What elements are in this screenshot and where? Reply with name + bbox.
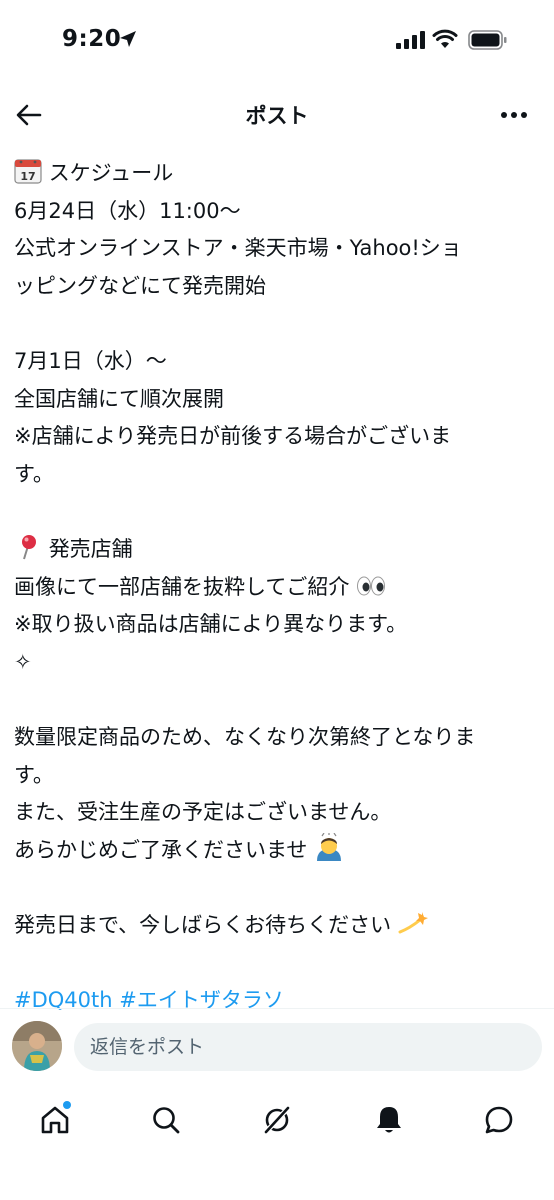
reply-bar: 返信をポスト xyxy=(0,1009,554,1084)
tab-messages[interactable] xyxy=(477,1098,521,1142)
post-line: す。 xyxy=(14,461,54,486)
grok-icon xyxy=(263,1105,291,1135)
reply-input[interactable]: 返信をポスト xyxy=(74,1023,542,1071)
bell-icon xyxy=(377,1107,401,1133)
post-line: ✧ xyxy=(14,649,32,674)
dizzy-icon xyxy=(398,911,428,934)
post-line: 17 スケジュール xyxy=(14,155,544,193)
post-line: 数量限定商品のため、なくなり次第終了となりま xyxy=(14,724,476,749)
post-line: す。 xyxy=(14,762,54,787)
tab-search[interactable] xyxy=(144,1098,188,1142)
post-line: 7月1日（水）〜 xyxy=(14,348,167,373)
page-title: ポスト xyxy=(245,104,309,128)
tab-bar xyxy=(0,1090,554,1150)
post-line: 公式オンラインストア・楽天市場・Yahoo!ショ xyxy=(14,236,462,261)
battery-icon xyxy=(468,30,507,50)
post-line: 6月24日（水）11:00〜 xyxy=(14,198,241,223)
calendar-icon: 17 xyxy=(14,159,42,184)
post-line-text: 発売日まで、今しばらくお待ちください xyxy=(14,912,392,937)
post-line-text: あらかじめご了承くださいませ xyxy=(14,837,308,862)
svg-text:17: 17 xyxy=(20,170,35,183)
more-dots-icon xyxy=(501,112,527,118)
avatar[interactable] xyxy=(12,1021,62,1071)
post-text: 17 スケジュール 6月24日（水）11:00〜 公式オンラインストア・楽天市場… xyxy=(14,155,544,1020)
status-time: 9:20 xyxy=(62,26,122,52)
post-line: ※取り扱い商品は店舗により異なります。 xyxy=(14,612,408,637)
eyes-icon xyxy=(357,576,386,596)
avatar-image xyxy=(12,1021,62,1071)
post-line: 発売店舗 xyxy=(14,531,544,569)
wifi-icon xyxy=(432,29,458,48)
search-icon xyxy=(153,1107,180,1134)
notification-dot xyxy=(63,1101,71,1109)
post-line: ッピングなどにて発売開始 xyxy=(14,273,266,298)
tab-grok[interactable] xyxy=(255,1098,299,1142)
cellular-signal-icon xyxy=(396,31,425,49)
post-line: ※店舗により発売日が前後する場合がございま xyxy=(14,424,452,449)
post-line: また、受注生産の予定はございません。 xyxy=(14,800,392,825)
bowing-person-icon xyxy=(317,832,342,861)
post-line: 発売日まで、今しばらくお待ちください xyxy=(14,907,544,945)
more-options-button[interactable] xyxy=(494,100,534,130)
post-line-text: スケジュール xyxy=(48,161,174,185)
status-bar: 9:20 xyxy=(0,0,554,80)
tab-notifications[interactable] xyxy=(367,1098,411,1142)
post-line-text: 発売店舗 xyxy=(48,536,133,561)
chat-bubble-icon xyxy=(485,1106,513,1134)
post-line: 全国店舗にて順次展開 xyxy=(14,386,224,411)
location-arrow-icon xyxy=(120,31,136,47)
round-pushpin-icon xyxy=(22,534,36,560)
post-line: あらかじめご了承くださいませ xyxy=(14,832,544,870)
post-line: 画像にて一部店舗を抜粋してご紹介 xyxy=(14,569,544,607)
post-line-text: 画像にて一部店舗を抜粋してご紹介 xyxy=(14,574,350,599)
tab-home[interactable] xyxy=(33,1098,77,1142)
top-nav: ポスト xyxy=(0,90,554,140)
